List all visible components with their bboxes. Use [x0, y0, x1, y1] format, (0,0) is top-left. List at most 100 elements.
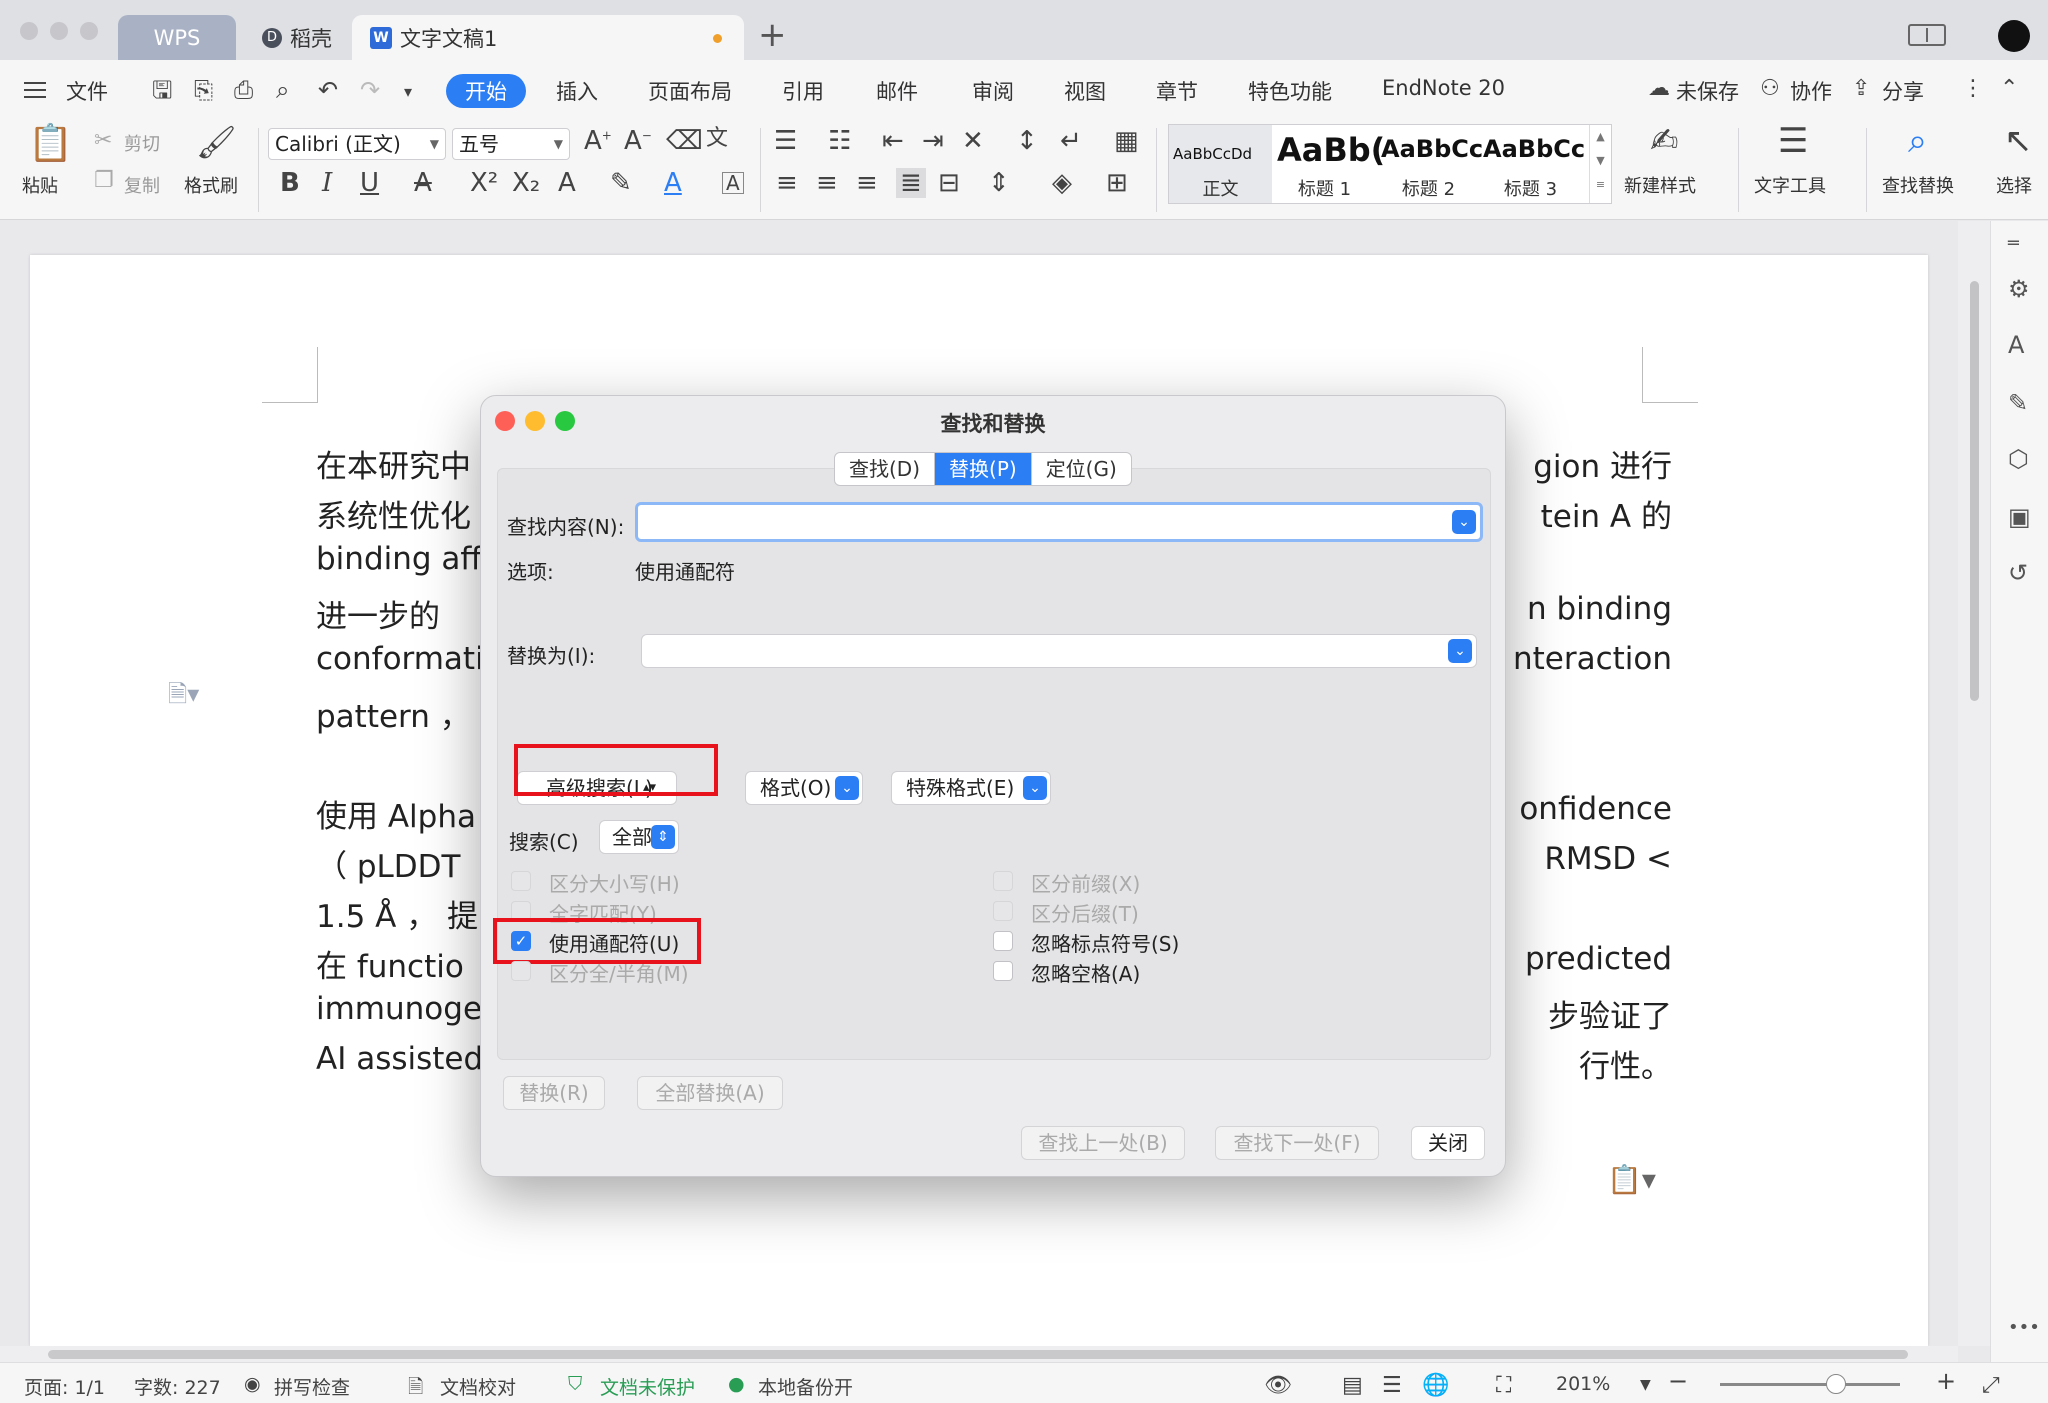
search-direction-select[interactable]: 全部 ⇕: [599, 820, 679, 854]
align-left-icon[interactable]: ≡: [776, 170, 798, 196]
new-tab-plus-icon[interactable]: +: [758, 18, 787, 52]
zoom-slider[interactable]: [1720, 1383, 1900, 1386]
undo-icon[interactable]: ↶: [318, 78, 338, 102]
web-view-icon[interactable]: 🌐: [1422, 1373, 1449, 1398]
proofread-button[interactable]: 文档校对: [440, 1373, 516, 1400]
menu-insert[interactable]: 插入: [556, 76, 598, 106]
avatar[interactable]: [1998, 20, 2030, 52]
replace-all-button[interactable]: 全部替换(A): [637, 1076, 783, 1110]
copy-icon[interactable]: ❐: [94, 170, 114, 192]
minimize-window-button[interactable]: [50, 22, 68, 40]
cut-button[interactable]: 剪切: [124, 130, 160, 156]
underline-icon[interactable]: U: [360, 170, 379, 196]
bold-icon[interactable]: B: [280, 170, 300, 196]
tab-document[interactable]: W 文字文稿1: [352, 15, 744, 60]
font-size-select[interactable]: 五号 ▼: [452, 128, 570, 160]
vertical-scrollbar[interactable]: [1958, 221, 1990, 1346]
strikethrough-icon[interactable]: A: [414, 170, 432, 196]
paste-button[interactable]: 粘贴: [22, 172, 58, 198]
image-tool-icon[interactable]: ▣: [2008, 505, 2031, 529]
find-replace-button[interactable]: 查找替换: [1882, 172, 1954, 198]
replace-input[interactable]: ⌄: [641, 634, 1477, 668]
local-backup[interactable]: 本地备份开: [758, 1373, 853, 1400]
format-painter-icon[interactable]: 🖌: [196, 126, 237, 158]
paste-options-icon[interactable]: 📋▾: [1607, 1163, 1656, 1196]
ignore-punctuation-checkbox[interactable]: [993, 931, 1013, 951]
format-button[interactable]: 格式(O) ⌄: [745, 771, 863, 805]
menu-mail[interactable]: 邮件: [876, 76, 918, 106]
match-width-checkbox[interactable]: [511, 961, 531, 981]
menu-start[interactable]: 开始: [446, 74, 526, 108]
drag-handle-icon[interactable]: ═: [2008, 235, 2019, 253]
match-suffix-checkbox[interactable]: [993, 901, 1013, 921]
menu-endnote[interactable]: EndNote 20: [1382, 76, 1505, 100]
edit-icon[interactable]: ✎: [2008, 391, 2028, 415]
collaborate-button[interactable]: 协作: [1790, 76, 1832, 106]
menu-view[interactable]: 视图: [1064, 76, 1106, 106]
numbering-icon[interactable]: ☷: [828, 128, 851, 154]
eye-protect-icon[interactable]: 👁: [1264, 1373, 1292, 1398]
word-count[interactable]: 字数: 227: [134, 1373, 221, 1400]
close-button[interactable]: 关闭: [1411, 1126, 1485, 1160]
share-button[interactable]: 分享: [1882, 76, 1924, 106]
shrink-font-icon[interactable]: A−: [624, 128, 652, 154]
zoom-in-icon[interactable]: +: [1936, 1367, 1956, 1395]
more-dots-icon[interactable]: •••: [2008, 1319, 2040, 1337]
text-effects-icon[interactable]: A: [558, 170, 576, 196]
special-format-button[interactable]: 特殊格式(E) ⌄: [891, 771, 1051, 805]
style-heading-1[interactable]: AaBb(标题 1: [1273, 125, 1385, 203]
close-window-button[interactable]: [20, 22, 38, 40]
justify-icon[interactable]: ≣: [896, 168, 926, 198]
ignore-space-checkbox[interactable]: [993, 961, 1013, 981]
export-pdf-icon[interactable]: ⎘: [194, 78, 213, 102]
copy-button[interactable]: 复制: [124, 172, 160, 198]
text-tools-icon[interactable]: ☰: [1778, 124, 1808, 158]
match-prefix-checkbox[interactable]: [993, 871, 1013, 891]
styles-scroll-icon[interactable]: ▲ ▼ ≡: [1589, 125, 1611, 203]
find-previous-button[interactable]: 查找上一处(B): [1021, 1126, 1185, 1160]
shading-icon[interactable]: ◈: [1052, 170, 1072, 196]
font-name-select[interactable]: Calibri (正文) ▼: [268, 128, 446, 160]
window-layout-icon[interactable]: [1908, 24, 1946, 46]
document-outline-icon[interactable]: 🗎▾: [168, 677, 199, 718]
find-next-button[interactable]: 查找下一处(F): [1215, 1126, 1379, 1160]
redo-icon[interactable]: ↷: [360, 78, 380, 102]
format-painter-button[interactable]: 格式刷: [184, 172, 238, 198]
paste-icon[interactable]: 📋: [28, 126, 73, 162]
collapse-ribbon-icon[interactable]: ⌃: [2000, 78, 2018, 100]
hamburger-menu-icon[interactable]: [24, 82, 46, 98]
font-color-icon[interactable]: A: [664, 170, 682, 196]
replace-button[interactable]: 替换(R): [503, 1076, 605, 1110]
tab-goto[interactable]: 定位(G): [1032, 453, 1131, 485]
chevron-down-icon[interactable]: ⌄: [1448, 639, 1472, 663]
menu-review[interactable]: 审阅: [972, 76, 1014, 106]
grow-font-icon[interactable]: A+: [584, 128, 612, 154]
align-right-icon[interactable]: ≡: [856, 170, 878, 196]
page-view-icon[interactable]: ▤: [1342, 1373, 1363, 1398]
style-normal[interactable]: AaBbCcDd 正文: [1169, 125, 1272, 203]
find-input[interactable]: ⌄: [635, 502, 1483, 542]
chinese-layout-icon[interactable]: ✕: [962, 128, 984, 154]
new-style-button[interactable]: 新建样式: [1624, 172, 1696, 198]
line-spacing-icon[interactable]: ⇕: [988, 170, 1010, 196]
page-count[interactable]: 页面: 1/1: [24, 1373, 105, 1400]
print-icon[interactable]: ⎙: [234, 78, 253, 102]
fullscreen-icon[interactable]: ⤢: [1982, 1373, 2000, 1398]
zoom-dropdown-icon[interactable]: ▼: [1640, 1377, 1651, 1393]
save-icon[interactable]: 🖫: [152, 78, 172, 102]
subscript-icon[interactable]: X₂: [512, 170, 540, 196]
increase-indent-icon[interactable]: ⇥: [922, 128, 944, 154]
print-preview-icon[interactable]: ⌕: [276, 78, 289, 102]
new-style-icon[interactable]: ✍: [1650, 124, 1679, 158]
superscript-icon[interactable]: X²: [470, 170, 498, 196]
tab-replace[interactable]: 替换(P): [935, 453, 1032, 485]
menu-file[interactable]: 文件: [66, 76, 108, 106]
highlight-icon[interactable]: ✎: [610, 170, 632, 196]
menu-references[interactable]: 引用: [782, 76, 824, 106]
borders-icon[interactable]: ⊞: [1106, 170, 1128, 196]
select-button[interactable]: 选择: [1996, 172, 2032, 198]
match-case-checkbox[interactable]: [511, 871, 531, 891]
adjust-settings-icon[interactable]: ⚙: [2008, 277, 2030, 301]
zoom-window-button[interactable]: [80, 22, 98, 40]
phonetic-guide-icon[interactable]: 文: [706, 128, 728, 150]
